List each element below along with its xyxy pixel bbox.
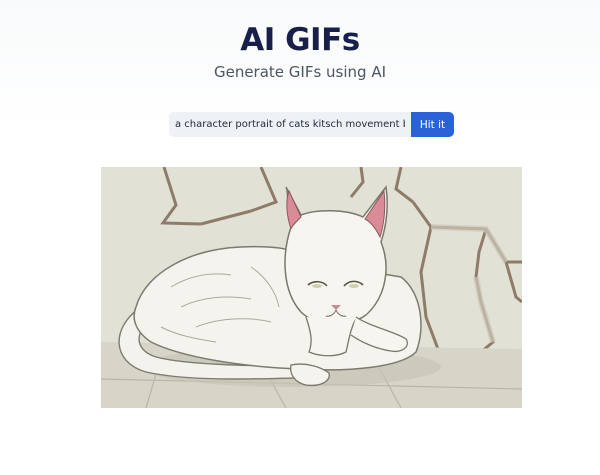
header: AI GIFs Generate GIFs using AI [0,20,600,82]
prompt-input[interactable] [169,112,411,137]
page-title: AI GIFs [240,22,360,58]
submit-button[interactable]: Hit it [411,112,454,137]
page: AI GIFs Generate GIFs using AI Hit it [0,0,600,475]
generated-gif [101,167,522,408]
page-subtitle: Generate GIFs using AI [213,63,387,81]
prompt-form: Hit it [169,112,454,137]
